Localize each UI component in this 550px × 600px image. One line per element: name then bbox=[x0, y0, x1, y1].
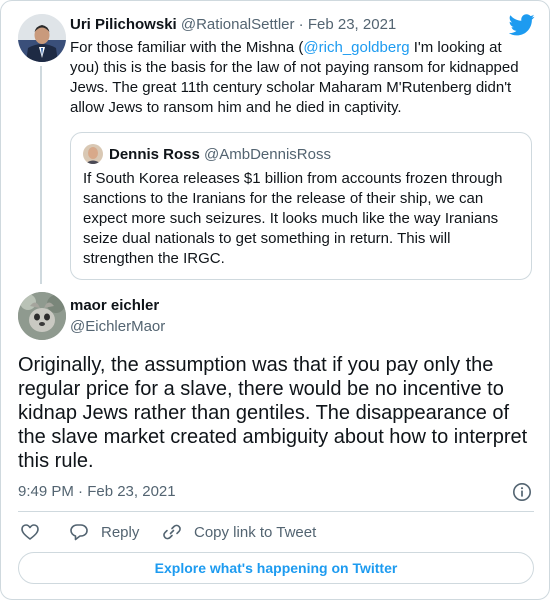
info-icon[interactable] bbox=[512, 482, 532, 502]
divider bbox=[18, 511, 534, 512]
tweet-text-part: For those familiar with the Mishna ( bbox=[70, 39, 304, 56]
reply-button[interactable]: Reply bbox=[69, 521, 139, 543]
tweet-embed-card: Uri Pilichowski @RationalSettler · Feb 2… bbox=[0, 0, 550, 600]
quoted-tweet[interactable]: Dennis Ross @AmbDennisRoss If South Kore… bbox=[70, 132, 532, 280]
tweet-timestamp[interactable]: 9:49 PM · Feb 23, 2021 bbox=[18, 483, 176, 500]
maor-avatar-image bbox=[18, 292, 66, 340]
mention-link[interactable]: @rich_goldberg bbox=[303, 39, 409, 56]
quoted-tweet-text: If South Korea releases $1 billion from … bbox=[83, 170, 503, 267]
original-tweet-header: Uri Pilichowski @RationalSettler · Feb 2… bbox=[70, 16, 396, 33]
separator-dot: · bbox=[298, 16, 304, 33]
dennis-avatar-image bbox=[83, 144, 103, 164]
like-button[interactable] bbox=[20, 521, 52, 543]
quoted-author-handle: @AmbDennisRoss bbox=[204, 146, 331, 163]
twitter-bird-icon[interactable] bbox=[509, 14, 535, 36]
quoted-tweet-header: Dennis Ross @AmbDennisRoss bbox=[109, 146, 331, 163]
original-tweet-text: For those familiar with the Mishna (@ric… bbox=[70, 38, 532, 118]
avatar[interactable] bbox=[18, 292, 66, 340]
uri-avatar-image bbox=[18, 14, 66, 62]
quoted-author-name: Dennis Ross bbox=[109, 146, 200, 163]
avatar[interactable] bbox=[18, 14, 66, 62]
copy-link-label: Copy link to Tweet bbox=[194, 523, 317, 541]
author-handle[interactable]: @EichlerMaor bbox=[70, 318, 165, 335]
author-name[interactable]: Uri Pilichowski bbox=[70, 16, 177, 33]
tweet-date[interactable]: Feb 23, 2021 bbox=[308, 16, 396, 33]
main-tweet-text: Originally, the assumption was that if y… bbox=[18, 354, 528, 472]
copy-link-button[interactable]: Copy link to Tweet bbox=[162, 521, 316, 543]
reply-icon bbox=[70, 524, 88, 541]
thread-connector-line bbox=[40, 66, 42, 284]
explore-twitter-button[interactable]: Explore what's happening on Twitter bbox=[18, 552, 534, 584]
author-handle[interactable]: @RationalSettler bbox=[181, 16, 295, 33]
reply-label: Reply bbox=[101, 523, 140, 541]
heart-icon bbox=[21, 524, 39, 540]
avatar bbox=[83, 144, 103, 164]
author-name[interactable]: maor eichler bbox=[70, 297, 159, 314]
link-icon bbox=[163, 524, 181, 540]
